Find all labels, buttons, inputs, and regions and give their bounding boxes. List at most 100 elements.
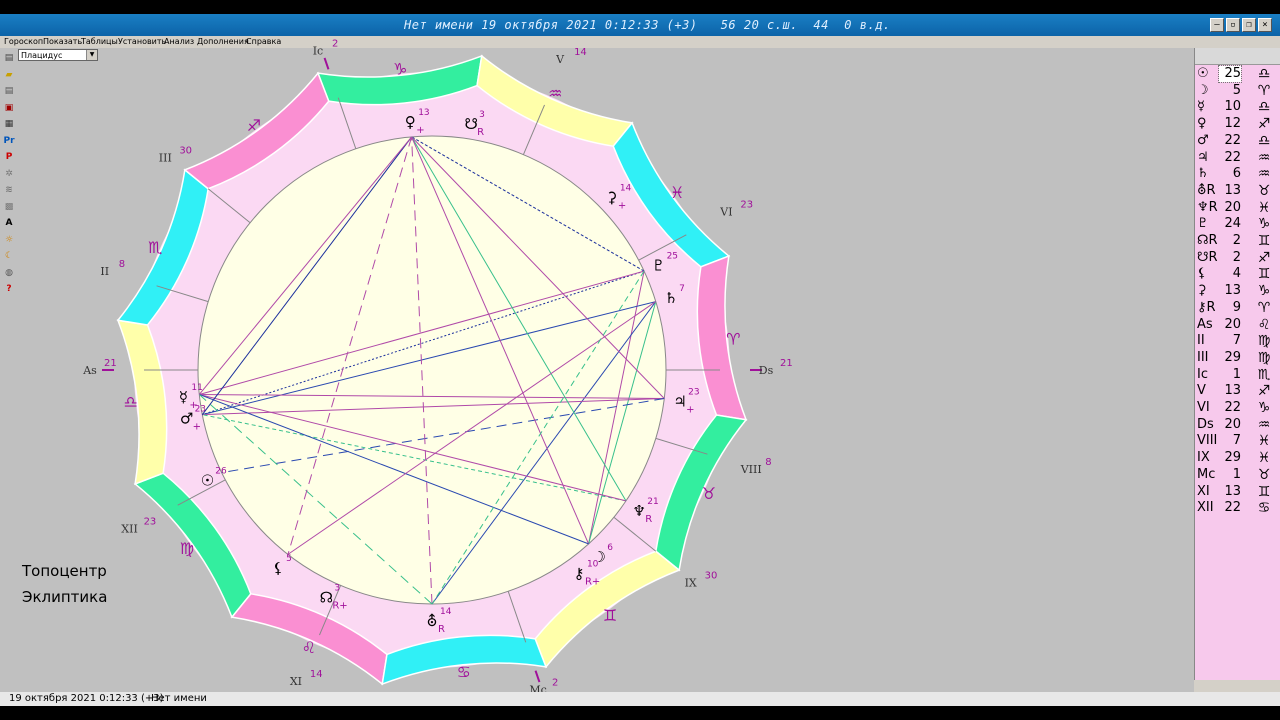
- house-degree: 14: [574, 47, 587, 58]
- position-degree: 29: [1224, 450, 1241, 466]
- position-row[interactable]: ♂ 22 ♎: [1195, 133, 1280, 149]
- position-body: II: [1197, 333, 1205, 349]
- position-body: Mc: [1197, 466, 1216, 482]
- planet-degree: 23: [688, 387, 699, 397]
- house-label: XII: [121, 523, 138, 536]
- inner-circle: [197, 135, 667, 605]
- planet-degree: 11: [191, 383, 202, 393]
- position-sign-icon: ♈: [1257, 82, 1271, 99]
- position-row[interactable]: XII 22 ♋: [1195, 500, 1280, 516]
- house-degree: 8: [765, 457, 771, 468]
- house-degree: 23: [740, 199, 753, 210]
- position-body: ⚷R: [1197, 299, 1216, 315]
- zodiac-sign-icon: ♎: [123, 393, 137, 412]
- planet-degree: 26: [215, 467, 227, 477]
- node-south-icon: ☋: [464, 115, 477, 133]
- position-body: ☉: [1197, 66, 1209, 81]
- planet-degree: 5: [286, 554, 292, 564]
- position-body: ♆R: [1197, 199, 1218, 215]
- status-datetime: 19 октября 2021 0:12:33 (+3): [9, 693, 164, 704]
- planet-degree: 23: [195, 405, 206, 415]
- zodiac-sign-icon: ♌: [302, 638, 316, 657]
- position-degree: 13: [1224, 283, 1241, 299]
- position-row[interactable]: As 20 ♌: [1195, 317, 1280, 333]
- position-body: IX: [1197, 450, 1210, 466]
- position-row[interactable]: ♀ 12 ♐: [1195, 116, 1280, 132]
- position-body: ♀: [1197, 116, 1207, 132]
- position-row[interactable]: VI 22 ♑: [1195, 400, 1280, 416]
- position-row[interactable]: V 13 ♐: [1195, 383, 1280, 399]
- position-row[interactable]: ♄ 6 ♒: [1195, 166, 1280, 182]
- mars-icon: ♂: [180, 410, 193, 428]
- position-row[interactable]: VIII 7 ♓: [1195, 433, 1280, 449]
- planet-degree: 13: [418, 108, 429, 118]
- position-row[interactable]: III 29 ♍: [1195, 350, 1280, 366]
- position-body: Ds: [1197, 416, 1214, 432]
- house-degree: 23: [144, 517, 157, 528]
- position-degree: 24: [1224, 216, 1241, 232]
- panel-scrollbar[interactable]: [1194, 680, 1280, 692]
- position-degree: 25: [1218, 65, 1242, 83]
- position-degree: 7: [1232, 333, 1241, 349]
- position-body: V: [1197, 383, 1206, 399]
- position-degree: 10: [1224, 99, 1241, 115]
- position-body: ⚳: [1197, 283, 1207, 299]
- planet-flag: +: [193, 422, 201, 433]
- position-sign-icon: ♒: [1257, 149, 1271, 166]
- house-label: III: [159, 151, 172, 164]
- position-row[interactable]: ♆R 20 ♓: [1195, 200, 1280, 216]
- position-sign-icon: ♓: [1257, 199, 1271, 216]
- position-degree: 4: [1232, 266, 1241, 282]
- position-row[interactable]: ☋R 2 ♐: [1195, 250, 1280, 266]
- position-row[interactable]: ⛢R 13 ♉: [1195, 183, 1280, 199]
- position-degree: 1: [1232, 366, 1241, 382]
- position-body: ⛢R: [1197, 182, 1216, 198]
- planet-degree: 3: [334, 584, 340, 594]
- position-body: VI: [1197, 400, 1210, 415]
- status-bar: 19 октября 2021 0:12:33 (+3) Нет имени: [0, 692, 1280, 706]
- position-body: ♃: [1197, 149, 1209, 165]
- zodiac-sign-icon: ♊: [603, 606, 617, 625]
- position-sign-icon: ♎: [1257, 99, 1271, 116]
- neptune-icon: ♆: [633, 502, 646, 520]
- house-label: V: [555, 53, 565, 66]
- position-row[interactable]: ⚸ 4 ♊: [1195, 266, 1280, 282]
- position-body: ♇: [1197, 216, 1209, 232]
- position-row[interactable]: ☿ 10 ♎: [1195, 99, 1280, 115]
- house-degree: 30: [705, 571, 718, 582]
- position-row[interactable]: ♃ 22 ♒: [1195, 150, 1280, 166]
- node-north-icon: ☊: [320, 589, 333, 607]
- position-row[interactable]: II 7 ♍: [1195, 333, 1280, 349]
- position-body: ♄: [1197, 166, 1209, 182]
- planet-flag: +: [686, 404, 694, 415]
- zodiac-sign-icon: ♈: [726, 329, 740, 348]
- position-degree: 13: [1224, 182, 1241, 198]
- position-sign-icon: ♒: [1257, 416, 1271, 433]
- mercury-icon: ☿: [179, 388, 188, 406]
- zodiac-sign-icon: ♍: [180, 539, 194, 558]
- position-degree: 2: [1232, 233, 1241, 248]
- house-label: II: [100, 265, 109, 278]
- position-row[interactable]: IX 29 ♓: [1195, 450, 1280, 466]
- planet-flag: +: [416, 125, 424, 136]
- natal-chart-wheel: ♌♍♎♏♐♑♒♓♈♉♊♋ ☉ 26☽ 6☿ 11+♀ 13+♂ 23+♃ 23+♄ 7⚷ 10R…: [82, 38, 793, 696]
- position-row[interactable]: Ic 1 ♏: [1195, 367, 1280, 383]
- position-row[interactable]: ♇ 24 ♑: [1195, 216, 1280, 232]
- position-row[interactable]: ☉ 25 ♎: [1195, 65, 1280, 83]
- planet-degree: 25: [667, 251, 678, 261]
- position-row[interactable]: Ds 20 ♒: [1195, 417, 1280, 433]
- jupiter-icon: ♃: [673, 392, 686, 410]
- position-row[interactable]: ☊R 2 ♊: [1195, 233, 1280, 249]
- position-sign-icon: ♉: [1257, 182, 1271, 199]
- position-row[interactable]: ⚳ 13 ♑: [1195, 283, 1280, 299]
- position-sign-icon: ♑: [1257, 283, 1271, 300]
- planet-degree: 10: [587, 559, 599, 569]
- position-sign-icon: ♑: [1257, 400, 1271, 416]
- position-row[interactable]: ⚷R 9 ♈: [1195, 300, 1280, 316]
- position-sign-icon: ♉: [1257, 466, 1271, 483]
- position-row[interactable]: Mc 1 ♉: [1195, 467, 1280, 483]
- position-row[interactable]: ☽ 5 ♈: [1195, 83, 1280, 99]
- house-degree: 2: [332, 38, 338, 49]
- position-row[interactable]: XI 13 ♊: [1195, 484, 1280, 500]
- house-label: IX: [685, 577, 697, 590]
